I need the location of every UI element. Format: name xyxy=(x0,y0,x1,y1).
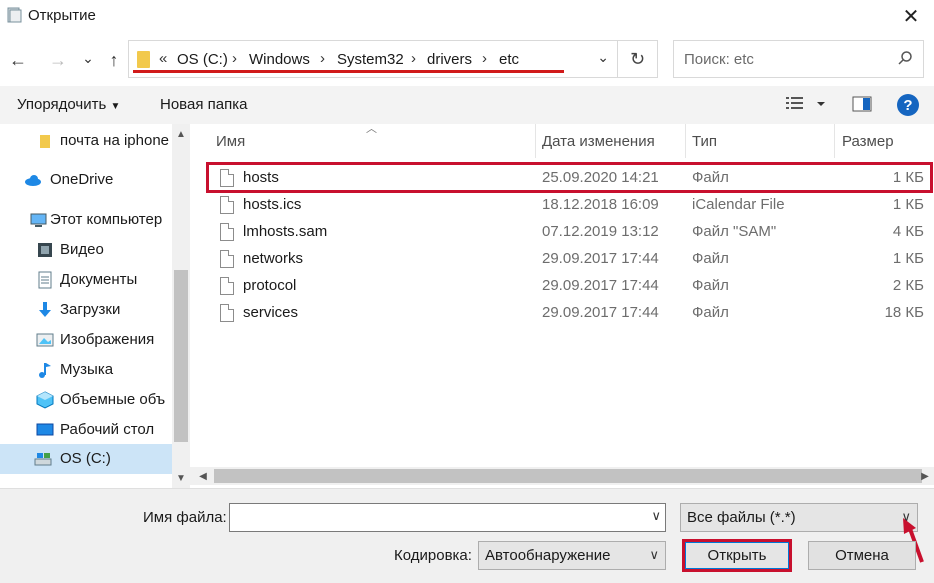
refresh-button[interactable]: ↻ xyxy=(618,40,658,78)
open-button-label: Открыть xyxy=(707,547,767,564)
search-input[interactable]: Поиск: etc xyxy=(684,51,754,68)
scroll-up-icon[interactable]: ▲ xyxy=(172,126,190,142)
search-icon xyxy=(898,51,912,65)
chevron-down-icon[interactable]: ∨ xyxy=(649,547,659,563)
forward-button[interactable]: → xyxy=(46,48,70,72)
file-icon xyxy=(220,277,234,295)
file-icon xyxy=(220,196,234,214)
breadcrumb-system32[interactable]: System32 xyxy=(337,51,404,68)
organize-button[interactable]: Упорядочить ▼ xyxy=(17,96,120,113)
filename-field[interactable]: ∨ xyxy=(229,503,666,532)
sidebar-item-pochta[interactable]: почта на iphone xyxy=(0,126,172,156)
video-icon xyxy=(38,243,52,257)
file-icon xyxy=(220,250,234,268)
app-icon xyxy=(7,7,22,23)
sidebar-item-3d-objects[interactable]: Объемные объ xyxy=(0,385,172,415)
back-arrow-icon: ← xyxy=(9,49,27,70)
help-icon: ? xyxy=(903,96,913,114)
view-options-icon[interactable] xyxy=(786,94,826,114)
documents-icon xyxy=(38,271,52,289)
new-folder-button[interactable]: Новая папка xyxy=(160,96,247,113)
scroll-left-icon[interactable]: ◀ xyxy=(194,467,212,485)
sidebar-item-os-c[interactable]: OS (C:) xyxy=(0,444,172,474)
encoding-label: Кодировка: xyxy=(394,547,472,564)
refresh-icon: ↻ xyxy=(629,48,646,69)
close-button[interactable]: ✕ xyxy=(888,0,934,32)
close-icon: ✕ xyxy=(902,5,920,28)
file-icon xyxy=(220,304,234,322)
breadcrumb-separator-icon: › xyxy=(411,50,416,67)
scroll-down-icon[interactable]: ▼ xyxy=(172,470,190,486)
file-row-services[interactable]: services 29.09.2017 17:44 Файл 18 КБ xyxy=(190,300,934,327)
open-button[interactable]: Открыть xyxy=(682,539,792,572)
scroll-right-icon[interactable]: ▶ xyxy=(916,467,934,485)
breadcrumb-windows[interactable]: Windows xyxy=(249,51,310,68)
folder-icon xyxy=(40,135,50,148)
column-header-type[interactable]: Тип xyxy=(686,124,835,158)
sidebar-item-music[interactable]: Музыка xyxy=(0,355,172,385)
search-box[interactable]: Поиск: etc xyxy=(673,40,924,78)
breadcrumb-separator-icon: › xyxy=(482,50,487,67)
recent-locations-button[interactable]: ⌄ xyxy=(76,46,100,70)
back-button[interactable]: ← xyxy=(6,48,30,72)
sidebar-item-onedrive[interactable]: OneDrive xyxy=(0,165,172,195)
column-header-date[interactable]: Дата изменения xyxy=(536,124,686,158)
column-header-name[interactable]: Имя xyxy=(190,124,536,158)
chevron-down-icon[interactable]: ⌄ xyxy=(597,49,609,66)
cancel-button-label: Отмена xyxy=(835,547,889,564)
breadcrumb-separator-icon: › xyxy=(320,50,325,67)
help-button[interactable]: ? xyxy=(897,94,919,116)
3d-objects-icon xyxy=(36,391,54,409)
up-button[interactable]: ↑ xyxy=(102,48,126,72)
sidebar-item-this-pc[interactable]: Этот компьютер xyxy=(0,205,172,235)
hosts-highlight-box xyxy=(206,162,933,193)
breadcrumb-drivers[interactable]: drivers xyxy=(427,51,472,68)
file-list-horizontal-scrollbar[interactable]: ◀ ▶ xyxy=(190,467,934,485)
cancel-button[interactable]: Отмена xyxy=(808,541,916,570)
filename-label: Имя файла: xyxy=(143,509,227,526)
breadcrumb-separator-icon: › xyxy=(232,50,237,67)
desktop-icon xyxy=(36,423,54,436)
filetype-select[interactable]: Все файлы (*.*) ∨ xyxy=(680,503,918,532)
folder-icon xyxy=(137,51,150,68)
sidebar-item-downloads[interactable]: Загрузки xyxy=(0,295,172,325)
chevron-down-icon[interactable]: ∨ xyxy=(651,508,661,524)
breadcrumb-etc[interactable]: etc xyxy=(499,51,519,68)
sidebar-item-documents[interactable]: Документы xyxy=(0,265,172,295)
command-bar: Упорядочить ▼ Новая папка xyxy=(0,86,934,124)
column-header-size[interactable]: Размер xyxy=(835,124,934,158)
address-highlight-underline xyxy=(133,70,564,73)
downloads-icon xyxy=(39,302,51,317)
pictures-icon xyxy=(36,333,54,347)
file-row-lmhosts-sam[interactable]: lmhosts.sam 07.12.2019 13:12 Файл "SAM" … xyxy=(190,219,934,246)
drive-icon xyxy=(34,453,52,466)
music-icon xyxy=(39,363,51,378)
encoding-select[interactable]: Автообнаружение ∨ xyxy=(478,541,666,570)
file-row-hosts-ics[interactable]: hosts.ics 18.12.2018 16:09 iCalendar Fil… xyxy=(190,192,934,219)
caret-down-icon: ▼ xyxy=(110,101,121,112)
up-arrow-icon: ↑ xyxy=(109,49,119,70)
chevron-down-icon: ⌄ xyxy=(82,49,94,66)
horizontal-scroll-thumb[interactable] xyxy=(214,469,922,483)
breadcrumb-overflow[interactable]: « xyxy=(159,50,167,67)
sidebar-scroll-thumb[interactable] xyxy=(174,270,188,442)
encoding-value: Автообнаружение xyxy=(485,547,611,564)
breadcrumb-os-c[interactable]: OS (C:) xyxy=(177,51,228,68)
sidebar-item-video[interactable]: Видео xyxy=(0,235,172,265)
file-row-protocol[interactable]: protocol 29.09.2017 17:44 Файл 2 КБ xyxy=(190,273,934,300)
computer-icon xyxy=(30,213,47,227)
sidebar-scrollbar[interactable]: ▲ ▼ xyxy=(172,124,190,488)
window-title: Открытие xyxy=(28,7,96,24)
sidebar-item-desktop[interactable]: Рабочий стол xyxy=(0,415,172,445)
filetype-value: Все файлы (*.*) xyxy=(687,509,796,526)
title-bar: Открытие ✕ xyxy=(0,0,934,32)
file-row-networks[interactable]: networks 29.09.2017 17:44 Файл 1 КБ xyxy=(190,246,934,273)
onedrive-icon xyxy=(25,175,41,186)
sidebar-item-pictures[interactable]: Изображения xyxy=(0,325,172,355)
forward-arrow-icon: → xyxy=(49,49,67,70)
file-icon xyxy=(220,223,234,241)
preview-pane-icon[interactable] xyxy=(852,94,872,114)
navigation-pane: почта на iphone OneDrive Этот компьютер … xyxy=(0,124,190,488)
